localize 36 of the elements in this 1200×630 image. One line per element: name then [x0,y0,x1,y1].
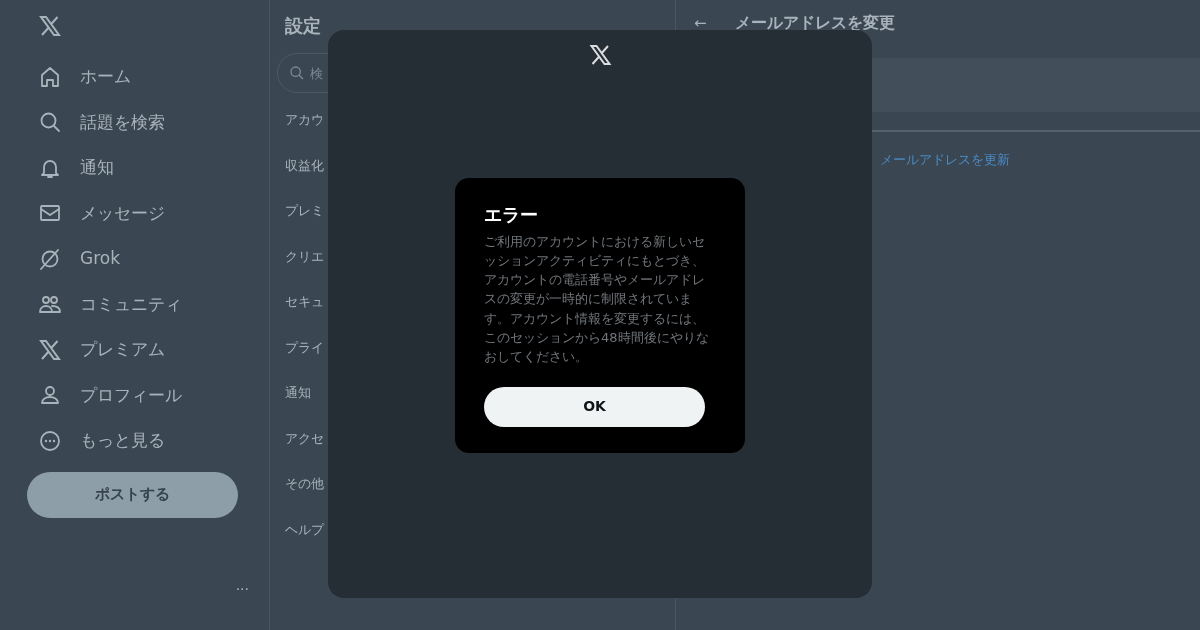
settings-item[interactable]: 通知 [285,370,311,416]
settings-item[interactable]: クリエ [285,233,324,279]
settings-title: 設定 [285,14,322,38]
settings-item[interactable]: セキュ [285,279,324,325]
page-title: メールアドレスを変更 [734,15,895,31]
slashed-circle-icon [38,246,62,271]
post-button[interactable]: ポストする [27,471,238,518]
nav-item[interactable]: メッセージ [27,190,269,236]
nav-item[interactable]: Grok [27,236,269,282]
x-logo [588,43,613,67]
x-logo-icon [38,337,62,362]
settings-item[interactable]: アカウ [285,97,324,143]
nav-item[interactable]: プレミアム [27,327,269,373]
settings-item[interactable]: プレミ [285,188,324,234]
nav-item[interactable]: もっと見る [27,418,269,464]
nav-item[interactable]: プロフィール [27,372,269,418]
search-icon [289,65,305,81]
settings-item[interactable]: ヘルプ [285,506,324,552]
ok-button[interactable]: OK [484,386,705,427]
search-icon [38,110,62,135]
nav-item[interactable]: ホーム [27,54,269,100]
more-options-icon[interactable]: ··· [235,579,249,600]
settings-item[interactable]: その他 [285,461,324,507]
update-email-link[interactable]: メールアドレスを更新 [880,150,1010,170]
settings-item[interactable]: アクセ [285,415,324,461]
x-logo[interactable] [38,14,62,38]
dialog-message: ご利用のアカウントにおける新しいセッションアクティビティにもとづき、アカウントの電話番号やメールアドレスの変更が一時的に制限されています。アカウント情報を変更するには、このセッションから48時間後にやりなおしてください。 [484,232,710,367]
nav-item[interactable]: 話題を検索 [27,99,269,145]
nav-item[interactable]: コミュニティ [27,281,269,327]
settings-item[interactable]: 収益化 [285,142,324,188]
settings-item[interactable]: プライ [285,324,324,370]
home-icon [38,64,62,89]
back-button[interactable]: ← [694,15,707,31]
dialog-title: エラー [484,204,539,226]
more-circle-icon [38,428,62,453]
nav-item[interactable]: 通知 [27,145,269,191]
